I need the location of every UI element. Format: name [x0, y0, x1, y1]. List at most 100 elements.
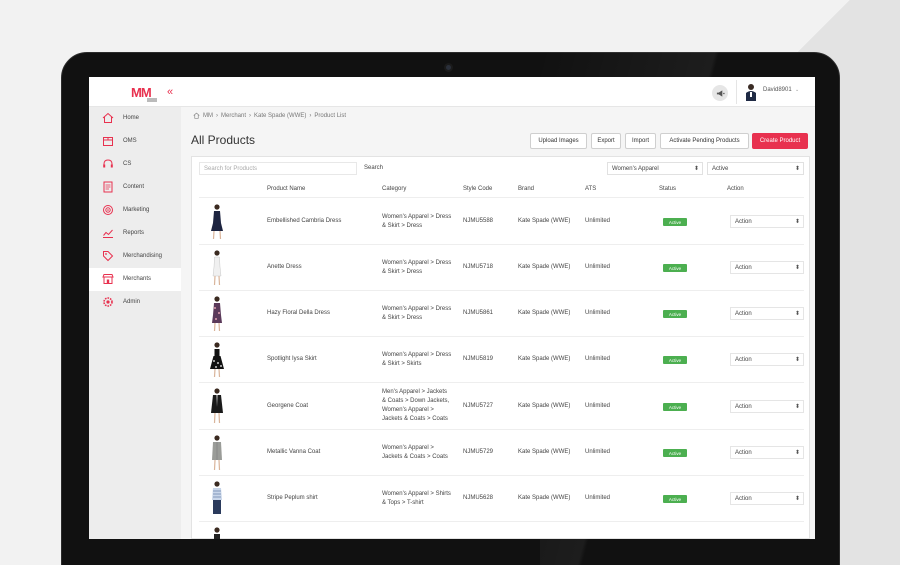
activate-pending-products-button[interactable]: Activate Pending Products	[660, 133, 749, 149]
category-filter-value: Women's Apparel	[612, 166, 659, 172]
style-code: NJMU5718	[463, 264, 494, 270]
brand: Kate Spade (WWE)	[518, 310, 571, 316]
category-filter-select[interactable]: Women's Apparel ⬍	[607, 162, 703, 175]
product-category: Women's Apparel > Dress & Skirt > Skirts	[382, 352, 452, 367]
column-header-style-code[interactable]: Style Code	[463, 186, 492, 192]
column-header-category[interactable]: Category	[382, 186, 406, 192]
product-thumbnail[interactable]	[207, 295, 227, 333]
product-name[interactable]: Hazy Floral Della Dress	[267, 309, 330, 318]
action-select[interactable]: Action ⬍	[730, 400, 804, 413]
table-row[interactable]: Spotlight Iysa Skirt Women's Apparel > D…	[199, 337, 804, 383]
breadcrumb-separator: ›	[309, 112, 312, 119]
table-row[interactable]: Embellished Cambria Dress Women's Appare…	[199, 199, 804, 245]
sidebar-item-merchandising[interactable]: Merchandising	[89, 245, 181, 268]
column-header-ats[interactable]: ATS	[585, 186, 596, 192]
product-category: Women's Apparel > Dress & Skirt > Dress	[382, 214, 452, 229]
status-badge: Active	[663, 356, 687, 364]
create-product-button[interactable]: Create Product	[752, 133, 808, 149]
sidebar-item-home[interactable]: Home	[89, 107, 181, 130]
action-select[interactable]: Action ⬍	[730, 492, 804, 505]
table-header: Product Name Category Style Code Brand A…	[199, 181, 804, 198]
column-header-product-name[interactable]: Product Name	[267, 186, 305, 192]
column-header-brand[interactable]: Brand	[518, 186, 534, 192]
screen: MM « David8901 ⌄ Home OMS CS Content Mar…	[89, 77, 815, 539]
product-thumbnail[interactable]	[207, 434, 227, 472]
sidebar-item-cs[interactable]: CS	[89, 153, 181, 176]
table-row[interactable]	[199, 522, 804, 539]
action-select[interactable]: Action ⬍	[730, 215, 804, 228]
table-row[interactable]: Stripe Peplum shirt Women's Apparel > Sh…	[199, 476, 804, 522]
style-code: NJMU5628	[463, 495, 494, 501]
product-thumbnail[interactable]	[207, 249, 227, 287]
table-row[interactable]: Anette Dress Women's Apparel > Dress & S…	[199, 245, 804, 291]
product-thumbnail[interactable]	[207, 480, 227, 518]
headset-icon	[103, 159, 113, 168]
select-caret-icon: ⬍	[794, 311, 800, 317]
style-code: NJMU5588	[463, 218, 494, 224]
sidebar-item-reports[interactable]: Reports	[89, 222, 181, 245]
export-button[interactable]: Export	[591, 133, 621, 149]
product-name[interactable]: Stripe Peplum shirt	[267, 494, 318, 503]
announcement-button[interactable]	[712, 85, 728, 101]
logo-tag	[147, 98, 157, 102]
action-select[interactable]: Action ⬍	[730, 353, 804, 366]
sidebar-item-admin[interactable]: Admin	[89, 291, 181, 314]
status-badge: Active	[663, 403, 687, 411]
select-caret-icon: ⬍	[794, 357, 800, 363]
breadcrumb-item-merchant[interactable]: Merchant	[221, 113, 246, 119]
sidebar-item-label: CS	[123, 161, 132, 167]
product-name[interactable]: Metallic Vanna Coat	[267, 448, 320, 457]
sidebar-item-merchants[interactable]: Merchants	[89, 268, 181, 291]
username[interactable]: David8901	[763, 87, 792, 93]
collapse-sidebar-icon[interactable]: «	[167, 86, 173, 98]
import-button[interactable]: Import	[625, 133, 656, 149]
chevron-down-icon[interactable]: ⌄	[795, 87, 799, 93]
sidebar-item-oms[interactable]: OMS	[89, 130, 181, 153]
tag-icon	[103, 251, 114, 262]
sidebar-item-content[interactable]: Content	[89, 176, 181, 199]
table-row[interactable]: Georgene Coat Men's Apparel > Jackets & …	[199, 383, 804, 430]
product-category: Men's Apparel > Jackets & Coats > Down J…	[382, 389, 450, 422]
sidebar-item-label: OMS	[123, 138, 137, 144]
action-select[interactable]: Action ⬍	[730, 446, 804, 459]
home-icon[interactable]	[193, 112, 200, 119]
document-icon	[103, 181, 113, 193]
product-thumbnail[interactable]	[207, 341, 227, 379]
user-avatar-icon	[746, 84, 756, 101]
search-button[interactable]: Search	[364, 165, 383, 171]
search-input[interactable]: Search for Products	[199, 162, 357, 175]
column-header-action[interactable]: Action	[727, 186, 744, 192]
chart-icon	[103, 229, 113, 238]
select-caret-icon: ⬍	[794, 219, 800, 225]
table-row[interactable]: Hazy Floral Della Dress Women's Apparel …	[199, 291, 804, 337]
product-thumbnail[interactable]	[207, 203, 227, 241]
breadcrumb-item-product-list: Product List	[314, 112, 347, 119]
brand: Kate Spade (WWE)	[518, 495, 571, 501]
product-name[interactable]: Embellished Cambria Dress	[267, 217, 341, 226]
product-name[interactable]: Georgene Coat	[267, 402, 308, 411]
product-name[interactable]: Anette Dress	[267, 263, 302, 272]
product-thumbnail[interactable]	[207, 526, 227, 539]
column-header-status[interactable]: Status	[659, 186, 676, 192]
sidebar: Home OMS CS Content Marketing Reports Me…	[89, 107, 181, 539]
sidebar-item-marketing[interactable]: Marketing	[89, 199, 181, 222]
avatar[interactable]	[745, 83, 757, 101]
upload-images-button[interactable]: Upload Images	[530, 133, 587, 149]
breadcrumb-separator: ›	[216, 112, 218, 119]
sidebar-item-label: Admin	[123, 299, 141, 305]
status-filter-select[interactable]: Active ⬍	[707, 162, 804, 175]
product-thumbnail[interactable]	[207, 387, 227, 425]
action-select[interactable]: Action ⬍	[730, 307, 804, 320]
breadcrumb-item-mm[interactable]: MM	[203, 113, 213, 119]
camera-icon	[444, 63, 453, 72]
ats: Unlimited	[585, 403, 611, 409]
select-caret-icon: ⬍	[693, 166, 699, 172]
select-caret-icon: ⬍	[794, 450, 800, 456]
action-select[interactable]: Action ⬍	[730, 261, 804, 274]
select-caret-icon: ⬍	[794, 166, 800, 172]
breadcrumb-item-brand[interactable]: Kate Spade (WWE)	[254, 113, 306, 119]
table-row[interactable]: Metallic Vanna Coat Women's Apparel > Ja…	[199, 430, 804, 476]
status-badge: Active	[663, 495, 687, 503]
status-badge: Active	[663, 449, 687, 457]
product-name[interactable]: Spotlight Iysa Skirt	[267, 355, 317, 364]
